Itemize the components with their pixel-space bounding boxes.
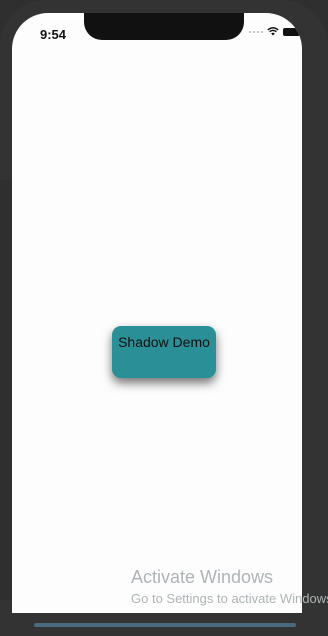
left-bezel-bar [0,180,12,600]
battery-icon [283,27,302,36]
phone-frame: 9:54 Shadow Demo Activate Windows Go to … [0,0,328,636]
watermark-title: Activate Windows [131,567,274,587]
watermark-subtitle: Go to Settings to activate Windows. [131,591,328,606]
shadow-demo-button[interactable]: Shadow Demo [112,326,216,378]
status-icons [249,27,302,36]
wifi-icon [267,27,279,36]
status-time: 9:54 [40,27,67,42]
signal-icon [249,30,263,33]
activate-windows-watermark: Activate Windows Go to Settings to activ… [131,567,328,606]
notch [84,13,244,40]
app-screen: 9:54 Shadow Demo [12,13,302,613]
home-indicator [34,623,296,627]
